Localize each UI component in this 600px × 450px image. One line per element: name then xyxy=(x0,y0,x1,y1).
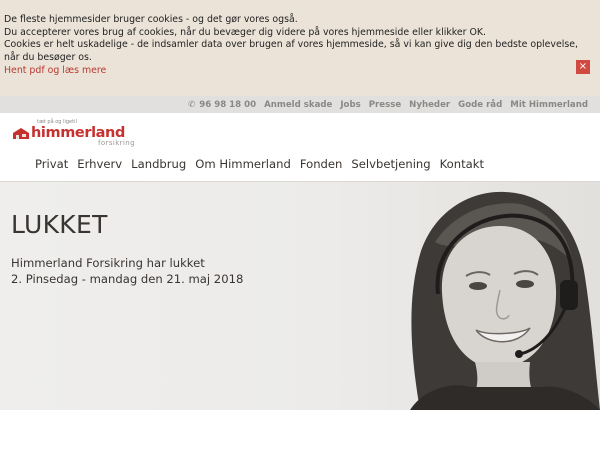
hero-banner: LUKKET Himmerland Forsikring har lukket … xyxy=(0,182,600,410)
cookie-pdf-link[interactable]: Hent pdf og læs mere xyxy=(4,65,592,78)
cookie-text-line-3: Cookies er helt uskadelige - de indsamle… xyxy=(4,39,578,63)
nav-item-kontakt[interactable]: Kontakt xyxy=(440,157,484,171)
hero-title: LUKKET xyxy=(11,210,108,239)
main-nav: Privat Erhverv Landbrug Om Himmerland Fo… xyxy=(35,157,493,171)
logo-sub: forsikring xyxy=(98,139,135,147)
cookie-text-line-2: Du accepterer vores brug af cookies, når… xyxy=(4,26,486,38)
util-link-anmeld-skade[interactable]: Anmeld skade xyxy=(264,100,332,110)
hero-line-2: 2. Pinsedag - mandag den 21. maj 2018 xyxy=(11,272,244,286)
util-link-presse[interactable]: Presse xyxy=(369,100,401,110)
nav-item-selvbetjening[interactable]: Selvbetjening xyxy=(351,157,430,171)
util-link-nyheder[interactable]: Nyheder xyxy=(409,100,450,110)
cookie-banner: De fleste hjemmesider bruger cookies - o… xyxy=(0,0,600,96)
logo-house-icon xyxy=(13,128,29,139)
cookie-text-line-1: De fleste hjemmesider bruger cookies - o… xyxy=(4,14,298,25)
nav-item-fonden[interactable]: Fonden xyxy=(300,157,343,171)
nav-item-erhverv[interactable]: Erhverv xyxy=(77,157,122,171)
nav-item-om-himmerland[interactable]: Om Himmerland xyxy=(195,157,291,171)
util-link-mit-himmerland[interactable]: Mit Himmerland xyxy=(510,100,588,110)
site-logo[interactable]: tæt på og ligetil himmerland forsikring xyxy=(12,119,142,149)
nav-item-privat[interactable]: Privat xyxy=(35,157,68,171)
nav-item-landbrug[interactable]: Landbrug xyxy=(131,157,186,171)
phone-icon: ✆ xyxy=(188,99,196,110)
util-link-gode-raad[interactable]: Gode råd xyxy=(458,100,502,110)
util-link-jobs[interactable]: Jobs xyxy=(340,100,360,110)
phone-number[interactable]: 96 98 18 00 xyxy=(199,100,256,110)
hero-photo-woman-headset xyxy=(410,191,600,410)
hero-line-1: Himmerland Forsikring har lukket xyxy=(11,256,205,270)
cookie-close-button[interactable]: × xyxy=(576,60,590,74)
utility-bar: ✆ 96 98 18 00 Anmeld skade Jobs Presse N… xyxy=(0,96,600,113)
